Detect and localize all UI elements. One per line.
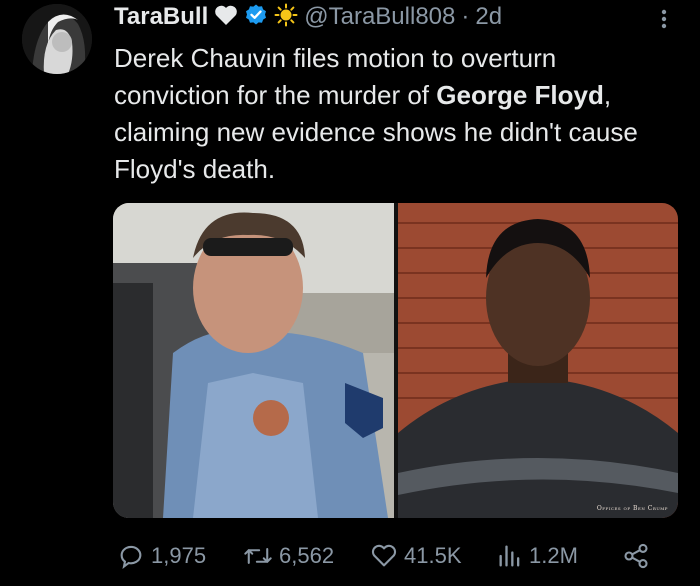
retweet-count: 6,562 [279, 543, 335, 568]
photo-officer[interactable] [113, 203, 394, 518]
timestamp[interactable]: 2d [475, 3, 502, 31]
media-grid[interactable]: Offices of Ben Crump [113, 203, 678, 518]
like-count: 41.5K [404, 543, 462, 568]
display-name[interactable]: TaraBull [114, 3, 208, 31]
views-count: 1.2M [529, 543, 578, 568]
views-button[interactable]: 1.2M [497, 538, 578, 574]
retweet-button[interactable]: 6,562 [243, 538, 334, 574]
avatar-image [22, 4, 92, 74]
views-icon [497, 542, 523, 570]
user-handle[interactable]: @TaraBull808 [304, 3, 455, 31]
media-credit: Offices of Ben Crump [596, 505, 668, 512]
photo-george-floyd[interactable]: Offices of Ben Crump [398, 203, 678, 518]
tweet-text: Derek Chauvin files motion to overturn c… [114, 40, 674, 188]
separator-dot: · [461, 3, 470, 30]
tweet-header: TaraBull @TaraBull808 · 2d [114, 2, 502, 32]
like-button[interactable]: 41.5K [370, 538, 462, 574]
sun-icon [274, 3, 298, 32]
more-icon[interactable] [652, 4, 676, 34]
action-bar: 1,975 6,562 41.5K 1.2M [0, 538, 700, 574]
retweet-icon [243, 542, 273, 570]
heart-icon [214, 4, 238, 31]
verified-badge-icon[interactable] [244, 3, 268, 32]
reply-icon [117, 542, 145, 570]
avatar[interactable] [22, 4, 92, 74]
share-icon [622, 542, 650, 570]
share-button[interactable] [622, 538, 650, 574]
like-icon [370, 542, 398, 570]
mention-george-floyd: George Floyd [436, 80, 604, 110]
reply-count: 1,975 [151, 543, 207, 568]
reply-button[interactable]: 1,975 [117, 538, 206, 574]
